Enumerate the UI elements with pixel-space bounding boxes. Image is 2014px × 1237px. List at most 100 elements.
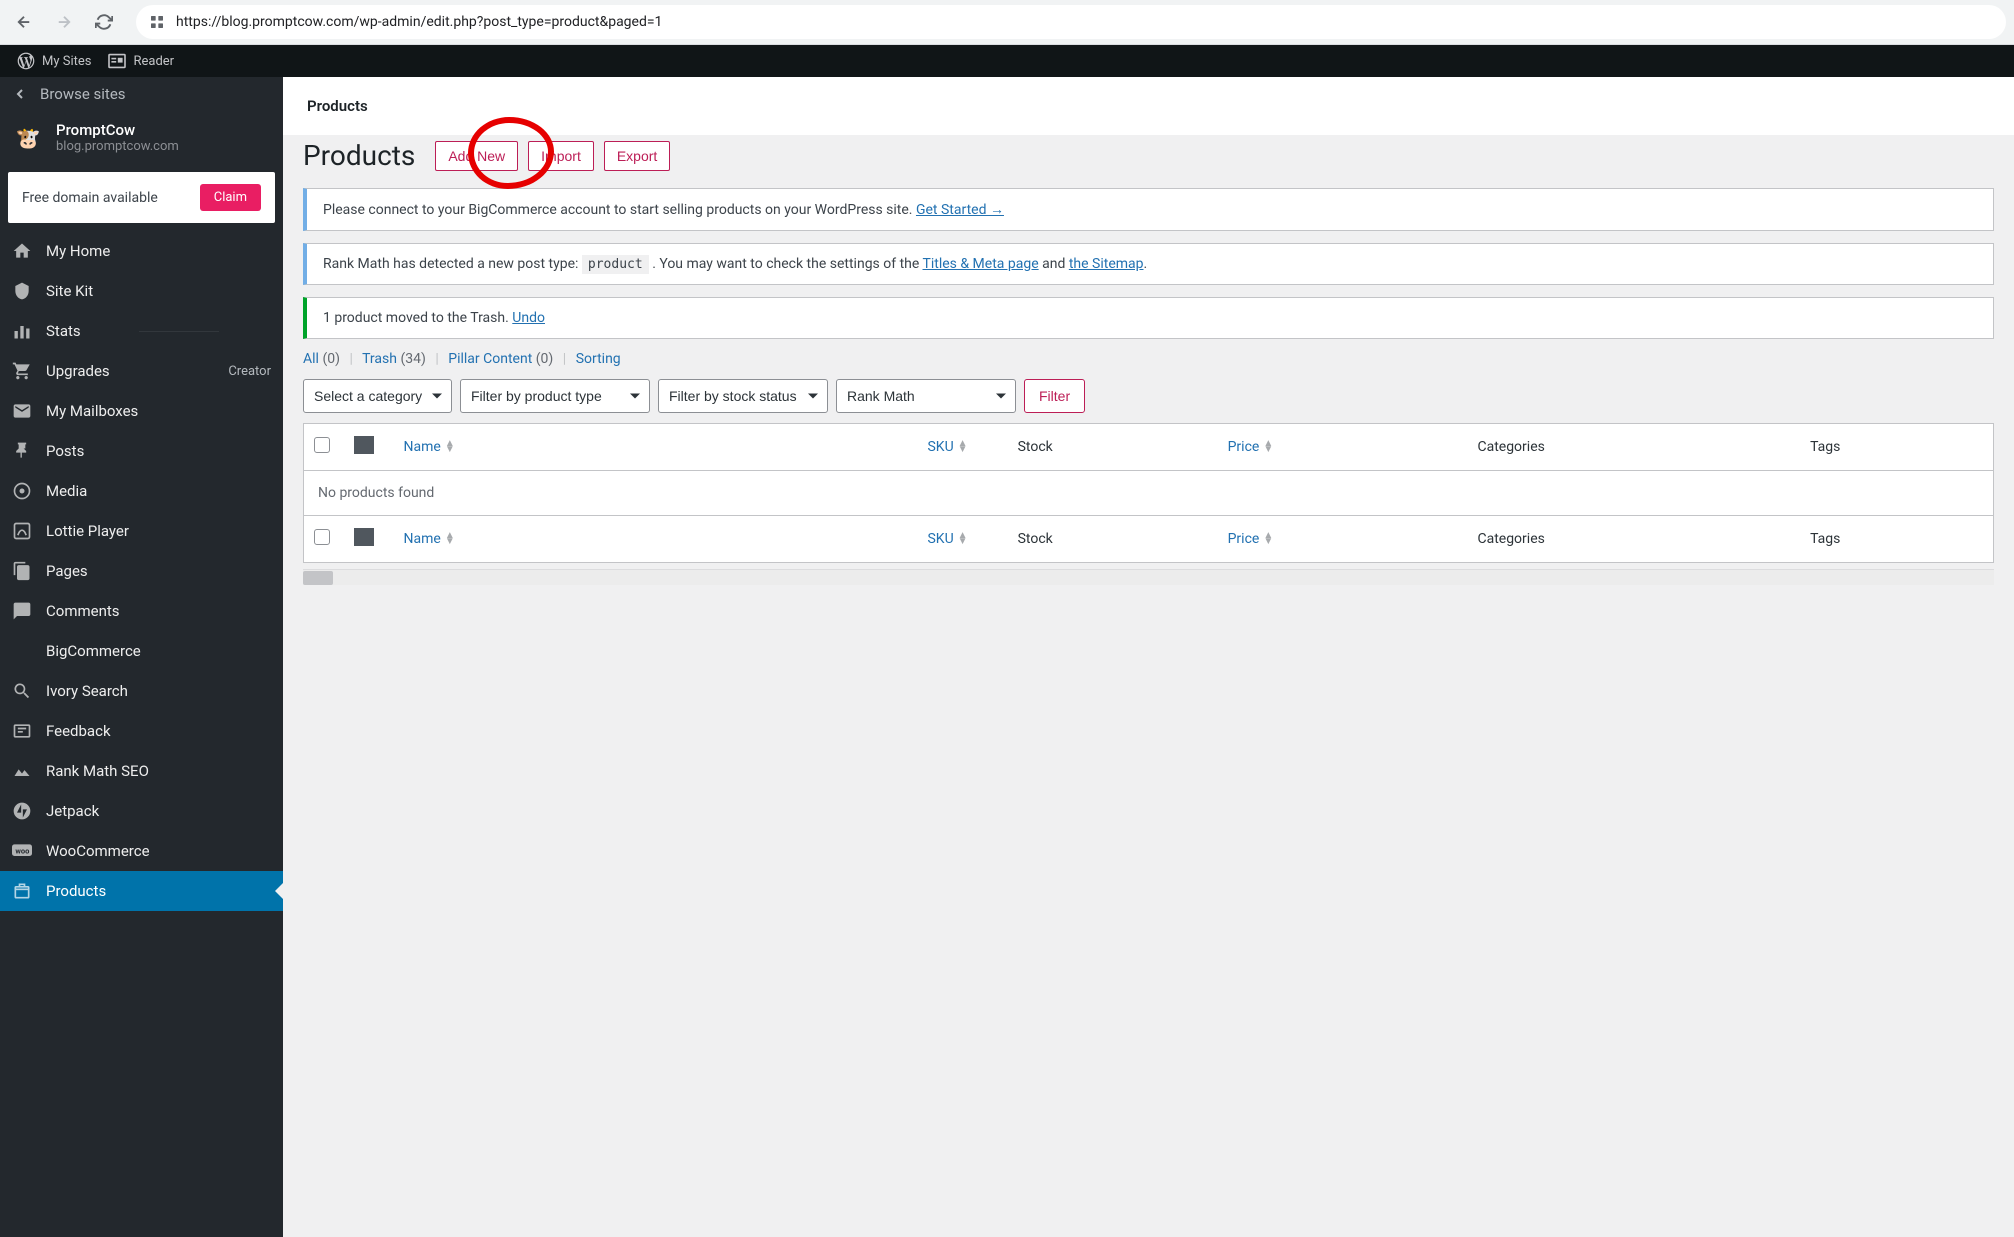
count: (0) (322, 351, 340, 367)
comments-icon (12, 601, 32, 621)
menu-label: Products (46, 882, 106, 900)
admin-sidebar: Browse sites 🐮 PromptCow blog.promptcow.… (0, 77, 283, 1237)
menu-label: Comments (46, 602, 120, 620)
adminbar-my-sites[interactable]: My Sites (8, 45, 99, 77)
notice-text: 1 product moved to the Trash. (323, 310, 512, 326)
count: (34) (400, 351, 425, 367)
filter-sorting[interactable]: Sorting (576, 351, 621, 367)
rank-math-select[interactable]: Rank Math (836, 379, 1016, 413)
col-price[interactable]: Price▲▼ (1218, 516, 1468, 563)
browser-back-button[interactable] (8, 6, 40, 38)
media-icon (12, 481, 32, 501)
notice-bigcommerce: Please connect to your BigCommerce accou… (303, 188, 1994, 231)
site-settings-icon[interactable] (148, 13, 166, 31)
menu-comments[interactable]: Comments (0, 591, 283, 631)
menu-bigcommerce[interactable]: BigCommerce (0, 631, 283, 671)
browser-reload-button[interactable] (88, 6, 120, 38)
menu-posts[interactable]: Posts (0, 431, 283, 471)
rankmath-icon (12, 761, 32, 781)
site-avatar-icon: 🐮 (12, 122, 44, 154)
menu-label: Jetpack (46, 802, 99, 820)
menu-label: Stats (46, 322, 81, 340)
menu-label: Pages (46, 562, 88, 580)
notice-trash: 1 product moved to the Trash. Undo (303, 297, 1994, 339)
browser-toolbar: https://blog.promptcow.com/wp-admin/edit… (0, 0, 2014, 45)
claim-button[interactable]: Claim (200, 184, 261, 211)
col-stock[interactable]: Stock (1008, 516, 1218, 563)
table-header-row: Name▲▼ SKU▲▼ Stock Price▲▼ Categories Ta… (304, 424, 1994, 471)
col-stock[interactable]: Stock (1008, 424, 1218, 471)
menu-label: Upgrades (46, 362, 110, 380)
browser-url-bar[interactable]: https://blog.promptcow.com/wp-admin/edit… (136, 5, 2006, 39)
menu-media[interactable]: Media (0, 471, 283, 511)
export-button[interactable]: Export (604, 141, 670, 171)
site-switcher[interactable]: 🐮 PromptCow blog.promptcow.com (0, 111, 283, 164)
no-items-text: No products found (304, 471, 1994, 516)
site-url: blog.promptcow.com (56, 139, 179, 154)
menu-label: Rank Math SEO (46, 762, 149, 780)
col-categories[interactable]: Categories (1467, 424, 1800, 471)
import-button[interactable]: Import (528, 141, 594, 171)
filter-all[interactable]: All (303, 351, 319, 367)
menu-ivory-search[interactable]: Ivory Search (0, 671, 283, 711)
adminbar-reader[interactable]: Reader (99, 45, 182, 77)
titles-meta-link[interactable]: Titles & Meta page (923, 256, 1039, 272)
menu-products[interactable]: Products (0, 871, 283, 911)
get-started-link[interactable]: Get Started → (916, 202, 1004, 218)
col-sku[interactable]: SKU▲▼ (665, 516, 1008, 563)
col-name[interactable]: Name▲▼ (394, 516, 665, 563)
col-categories[interactable]: Categories (1467, 516, 1800, 563)
select-all-checkbox-footer[interactable] (314, 529, 330, 545)
menu-feedback[interactable]: Feedback (0, 711, 283, 751)
menu-woocommerce[interactable]: woo WooCommerce (0, 831, 283, 871)
col-price[interactable]: Price▲▼ (1218, 424, 1468, 471)
filter-pillar[interactable]: Pillar Content (448, 351, 532, 367)
menu-upgrades[interactable]: Upgrades Creator (0, 351, 283, 391)
browse-sites[interactable]: Browse sites (0, 77, 283, 111)
product-type-select[interactable]: Filter by product type (460, 379, 650, 413)
notice-text: . You may want to check the settings of … (652, 256, 922, 272)
scrollbar-thumb[interactable] (303, 571, 333, 585)
menu-label: Media (46, 482, 87, 500)
page-header-strip: Products (283, 77, 2014, 135)
adminbar-my-sites-label: My Sites (42, 54, 91, 69)
filter-button[interactable]: Filter (1024, 379, 1085, 413)
notice-text: Rank Math has detected a new post type: (323, 256, 582, 272)
sitemap-link[interactable]: the Sitemap (1069, 256, 1144, 272)
menu-badge: Creator (228, 364, 271, 379)
menu-pages[interactable]: Pages (0, 551, 283, 591)
category-select[interactable]: Select a category (303, 379, 452, 413)
wp-adminbar: My Sites Reader (0, 45, 2014, 77)
horizontal-scrollbar[interactable] (303, 569, 1994, 585)
browse-sites-label: Browse sites (40, 85, 126, 103)
menu-mailboxes[interactable]: My Mailboxes (0, 391, 283, 431)
undo-link[interactable]: Undo (512, 310, 545, 326)
notice-text: Please connect to your BigCommerce accou… (323, 202, 916, 218)
stock-status-select[interactable]: Filter by stock status (658, 379, 828, 413)
menu-stats[interactable]: Stats (0, 311, 283, 351)
browser-forward-button[interactable] (48, 6, 80, 38)
col-tags[interactable]: Tags (1800, 516, 1993, 563)
menu-label: Ivory Search (46, 682, 128, 700)
woocommerce-icon: woo (12, 841, 32, 861)
pin-icon (12, 441, 32, 461)
chevron-left-icon (12, 86, 28, 102)
menu-my-home[interactable]: My Home (0, 231, 283, 271)
add-new-button[interactable]: Add New (435, 141, 518, 171)
filter-trash[interactable]: Trash (362, 351, 397, 367)
menu-rank-math[interactable]: Rank Math SEO (0, 751, 283, 791)
menu-label: My Home (46, 242, 110, 260)
menu-lottie[interactable]: Lottie Player (0, 511, 283, 551)
pages-icon (12, 561, 32, 581)
col-name[interactable]: Name▲▼ (394, 424, 665, 471)
notice-text: and (1042, 256, 1069, 272)
adminbar-reader-label: Reader (133, 54, 174, 69)
menu-jetpack[interactable]: Jetpack (0, 791, 283, 831)
sort-icon: ▲▼ (1263, 533, 1273, 545)
menu-site-kit[interactable]: Site Kit (0, 271, 283, 311)
table-footer-row: Name▲▼ SKU▲▼ Stock Price▲▼ Categories Ta… (304, 516, 1994, 563)
col-sku[interactable]: SKU▲▼ (665, 424, 1008, 471)
domain-card-label: Free domain available (22, 190, 158, 206)
select-all-checkbox[interactable] (314, 437, 330, 453)
col-tags[interactable]: Tags (1800, 424, 1993, 471)
